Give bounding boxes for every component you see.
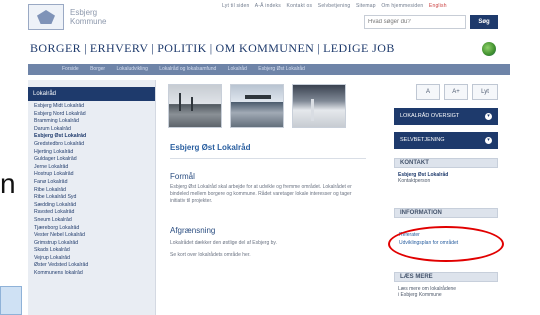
sidebar-item[interactable]: Bramming Lokalråd [34, 118, 155, 126]
crane-mark [191, 97, 193, 111]
info-heading: INFORMATION [394, 208, 498, 218]
nav-separator: | [84, 41, 87, 55]
util-link[interactable]: Selvbetjening [318, 3, 351, 9]
partial-blue-panel [0, 286, 22, 315]
utility-links: Lyt til siden A-Å indeks Kontakt os Selv… [222, 3, 451, 9]
chimney-mark [311, 99, 314, 121]
selfservice-label: SELVBETJENING [400, 137, 445, 143]
breadcrumb-item: Esbjerg Øst Lokalråd [258, 66, 305, 72]
font-size-plus-button[interactable]: A+ [444, 84, 468, 100]
page-title: Esbjerg Øst Lokalråd [170, 143, 251, 152]
util-link[interactable]: Lyt til siden [222, 3, 249, 9]
sidebar-item-active[interactable]: Esbjerg Øst Lokalråd [34, 133, 155, 141]
nav-separator: | [151, 41, 155, 55]
sidebar-item[interactable]: Darum Lokalråd [34, 126, 155, 134]
breadcrumb: Forside Borger Lokaludvikling Lokalråd o… [62, 66, 315, 72]
nav-item-ledige-job[interactable]: LEDIGE JOB [323, 41, 395, 55]
sidebar-item[interactable]: Esbjerg Nord Lokalråd [34, 111, 155, 119]
bridge-photo [230, 84, 284, 128]
nav-separator: | [209, 41, 213, 55]
sidebar-heading[interactable]: Lokalråd [28, 87, 155, 101]
sidebar-list: Esbjerg Midt Lokalråd Esbjerg Nord Lokal… [28, 101, 155, 278]
chevron-down-icon: ▾ [485, 137, 492, 144]
sidebar-item[interactable]: Øster Vedsted Lokalråd [34, 262, 155, 270]
logo-text[interactable]: Esbjerg Kommune [70, 8, 130, 26]
read-more-box: Læs mere om lokalrådene i Esbjerg Kommun… [398, 286, 498, 298]
sidebar-item[interactable]: Vejrup Lokalråd [34, 255, 155, 263]
photo-strip [168, 84, 360, 132]
util-link[interactable]: A-Å indeks [255, 3, 281, 9]
afgr-text: Lokalrådet dækker den østlige del af Esb… [170, 240, 277, 246]
sidebar-item[interactable]: Tjæreborg Lokalråd [34, 225, 155, 233]
afgr-link[interactable]: Se kort over lokalrådets område her. [170, 252, 251, 258]
building-mark [245, 95, 271, 99]
util-link[interactable]: Om hjemmesiden [381, 3, 423, 9]
sidebar-item[interactable]: Ribe Lokalråd [34, 187, 155, 195]
sidebar-item[interactable]: Kommunens lokalråd [34, 270, 155, 278]
nav-item-politik[interactable]: POLITIK [157, 41, 206, 55]
overview-button[interactable]: LOKALRÅD OVERSIGT ▾ [394, 108, 498, 125]
breadcrumb-item[interactable]: Lokalråd og lokalsamfund [159, 66, 216, 72]
sidebar-item[interactable]: Ravsted Lokalråd [34, 209, 155, 217]
nav-separator: | [317, 41, 321, 55]
harbor-photo [168, 84, 222, 128]
selfservice-button[interactable]: SELVBETJENING ▾ [394, 132, 498, 149]
right-column: A A+ Lyt LOKALRÅD OVERSIGT ▾ SELVBETJENI… [394, 80, 500, 315]
header: Esbjerg Kommune Lyt til siden A-Å indeks… [24, 0, 516, 38]
main-content: Esbjerg Øst Lokalråd Formål Esbjerg Øst … [160, 80, 382, 315]
sidebar-item[interactable]: Sneum Lokalråd [34, 217, 155, 225]
search-button[interactable]: Søg [470, 15, 498, 29]
sidebar-item[interactable]: Hostrup Lokalråd [34, 171, 155, 179]
sidebar-item[interactable]: Skads Lokalråd [34, 247, 155, 255]
main-navigation: BORGER | ERHVERV | POLITIK | OM KOMMUNEN | LEDIG… [30, 41, 500, 59]
sidebar-item[interactable]: Hjerting Lokalråd [34, 149, 155, 157]
sidebar-item[interactable]: Ribe Lokalråd Syd [34, 194, 155, 202]
sidebar-item[interactable]: Grimstrup Lokalråd [34, 240, 155, 248]
sidebar-item[interactable]: Gredstedbro Lokalråd [34, 141, 155, 149]
overview-label: LOKALRÅD OVERSIGT [400, 113, 460, 119]
sidebar-item[interactable]: Guldager Lokalråd [34, 156, 155, 164]
web-page: Esbjerg Kommune Lyt til siden A-Å indeks… [24, 0, 516, 315]
divider [170, 158, 366, 159]
font-tools: A A+ Lyt [394, 84, 498, 100]
breadcrumb-item[interactable]: Forside [62, 66, 79, 72]
red-highlight-annotation [388, 226, 504, 262]
crest-logo-icon[interactable] [28, 4, 64, 30]
util-link[interactable]: Kontakt os [287, 3, 313, 9]
read-more-heading: LÆS MERE [394, 272, 498, 282]
nav-item-erhverv[interactable]: ERHVERV [90, 41, 149, 55]
listen-button[interactable]: Lyt [472, 84, 498, 100]
contact-line[interactable]: Kontaktperson [398, 178, 430, 184]
contact-heading: KONTAKT [394, 158, 498, 168]
crane-mark [179, 93, 181, 111]
sidebar-item[interactable]: Jerne Lokalråd [34, 164, 155, 172]
body-text: Esbjerg Øst Lokalråd skal arbejde for at… [170, 184, 352, 204]
english-link[interactable]: English [429, 3, 447, 9]
read-more-link[interactable]: i Esbjerg Kommune [398, 292, 442, 298]
section-heading: Afgrænsning [170, 226, 216, 235]
sidebar-item[interactable]: Sædding Lokalråd [34, 202, 155, 210]
breadcrumb-item[interactable]: Lokaludvikling [116, 66, 147, 72]
util-link[interactable]: Sitemap [356, 3, 376, 9]
section-heading: Formål [170, 172, 195, 181]
globe-icon[interactable] [482, 42, 496, 56]
nav-item-om-kommunen[interactable]: OM KOMMUNEN [216, 41, 315, 55]
search-input[interactable] [364, 15, 466, 29]
breadcrumb-item[interactable]: Lokalråd [228, 66, 247, 72]
nav-item-borger[interactable]: BORGER [30, 41, 81, 55]
sidebar-item[interactable]: Fanø Lokalråd [34, 179, 155, 187]
font-size-button[interactable]: A [416, 84, 440, 100]
sidebar-item[interactable]: Esbjerg Midt Lokalråd [34, 103, 155, 111]
sidebar-item[interactable]: Vester Nebel Lokalråd [34, 232, 155, 240]
partial-glyph: n [0, 168, 16, 199]
contact-box: Esbjerg Øst Lokalråd Kontaktperson [398, 172, 498, 184]
sidebar: Lokalråd Esbjerg Midt Lokalråd Esbjerg N… [28, 80, 156, 315]
breadcrumb-item[interactable]: Borger [90, 66, 105, 72]
chevron-down-icon: ▾ [485, 113, 492, 120]
chimney-photo [292, 84, 346, 128]
